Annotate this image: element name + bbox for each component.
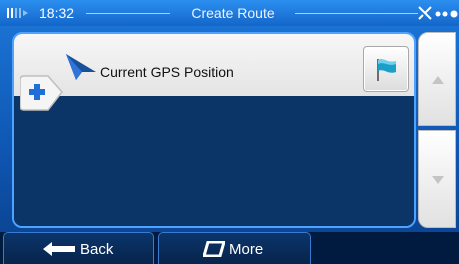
up-arrow-icon [432, 76, 444, 84]
more-icon [203, 241, 225, 257]
gps-status-icon [418, 6, 432, 20]
route-panel: Current GPS Position [12, 32, 416, 228]
back-label: Back [80, 241, 114, 258]
back-button[interactable]: Back [3, 232, 154, 264]
down-arrow-icon [432, 176, 444, 184]
screen-title: Create Route [191, 5, 275, 21]
scroll-up-button[interactable] [418, 32, 456, 126]
flag-icon [377, 59, 396, 81]
nav-arrow-icon [66, 54, 96, 80]
waypoint-row[interactable]: Current GPS Position [14, 34, 414, 98]
route-list-area [14, 96, 414, 226]
status-bar: 18:32 Create Route [0, 0, 459, 26]
waypoint-label: Current GPS Position [100, 64, 234, 80]
title-divider-left [86, 13, 170, 14]
title-divider-right [295, 13, 418, 14]
clock: 18:32 [39, 5, 75, 21]
add-waypoint-button[interactable] [20, 70, 64, 118]
signal-icon [7, 8, 28, 18]
destination-flag-button[interactable] [363, 46, 409, 92]
more-label: More [229, 241, 264, 258]
more-button[interactable]: More [158, 232, 311, 264]
menu-dots-icon[interactable] [435, 10, 459, 18]
bottom-toolbar: Back More [0, 232, 459, 264]
back-arrow-icon [43, 242, 75, 256]
scroll-down-button[interactable] [418, 130, 456, 228]
